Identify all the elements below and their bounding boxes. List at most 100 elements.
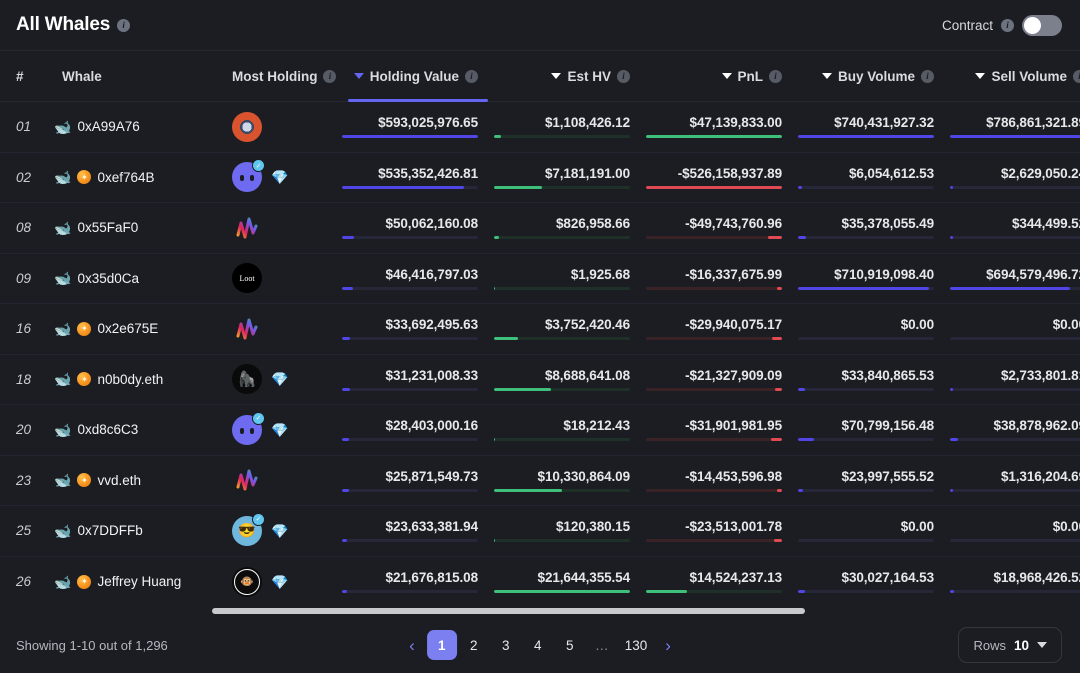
cell-sell-volume: $694,579,496.72	[950, 253, 1080, 304]
whale-identity[interactable]: 🐋 0xd8c6C3	[52, 422, 222, 437]
column-header-pnl[interactable]: PnL i	[646, 51, 798, 102]
cell-most-holding[interactable]	[222, 455, 342, 506]
whale-identity[interactable]: 🐋 ✦ Jeffrey Huang	[52, 574, 222, 589]
table-scroll-area[interactable]: # Whale Most Holding i Holding Value i Est HV i…	[0, 51, 1080, 617]
sort-caret-icon[interactable]	[721, 73, 732, 79]
info-icon[interactable]: i	[921, 69, 934, 83]
whale-identity[interactable]: 🐋 0xA99A76	[52, 119, 222, 134]
table-row[interactable]: 09 🐋 0x35d0Ca Loot $46,416,797.03 $1,925.68 -$…	[0, 253, 1080, 304]
contract-toggle-group[interactable]: Contract i	[942, 14, 1062, 36]
whale-identity[interactable]: 🐋 ✦ 0xef764B	[52, 170, 222, 185]
cell-most-holding[interactable]	[222, 101, 342, 153]
cell-most-holding[interactable]: ✓ 💎	[222, 404, 342, 456]
chevron-right-icon[interactable]: ›	[655, 637, 681, 654]
avatar[interactable]: ✓	[232, 159, 265, 193]
info-icon[interactable]: i	[1001, 18, 1014, 32]
column-header-whale[interactable]: Whale	[52, 51, 222, 102]
whale-identity[interactable]: 🐋 0x35d0Ca	[52, 271, 222, 286]
pagination-page-5[interactable]: 5	[555, 630, 585, 660]
table-row[interactable]: 01 🐋 0xA99A76 $593,025,976.65 $1,108,426.12 $…	[0, 101, 1080, 153]
cell-most-holding[interactable]: 🦍 💎	[222, 354, 342, 405]
table-row[interactable]: 25 🐋 0x7DDFFb 😎 ✓ 💎 $23,633,381.94 $120,380.15 -…	[0, 505, 1080, 557]
cell-whale[interactable]: 🐋 0x7DDFFb	[52, 505, 222, 557]
avatar[interactable]: ✓	[232, 411, 265, 445]
cell-holding-value: $28,403,000.16	[342, 404, 494, 456]
bar-fill	[798, 286, 929, 290]
est-hv-bar	[494, 590, 630, 593]
info-icon[interactable]: i	[117, 18, 131, 32]
table-row[interactable]: 16 🐋 ✦ 0x2e675E $33,692,495.63 $3,752,420.46 -…	[0, 303, 1080, 355]
column-header-rank[interactable]: #	[0, 51, 52, 102]
cell-whale[interactable]: 🐋 0x55FaF0	[52, 202, 222, 254]
whale-name: 0x55FaF0	[77, 220, 139, 236]
bar-fill	[342, 539, 348, 543]
pagination-page-2[interactable]: 2	[459, 630, 489, 660]
cell-whale[interactable]: 🐋 ✦ Jeffrey Huang	[52, 556, 222, 607]
cell-most-holding[interactable]	[222, 303, 342, 355]
gem-icon: 💎	[271, 169, 289, 186]
cell-most-holding[interactable]: Loot	[222, 253, 342, 304]
bar-fill	[342, 387, 351, 391]
whale-identity[interactable]: 🐋 ✦ vvd.eth	[52, 473, 222, 488]
table-row[interactable]: 26 🐋 ✦ Jeffrey Huang 🐵 💎 $21,676,815.08 $21,644…	[0, 556, 1080, 607]
column-header-label: Whale	[62, 68, 102, 84]
page-title: All Whales	[16, 14, 111, 35]
cell-holding-value: $31,231,008.33	[342, 354, 494, 405]
table-row[interactable]: 18 🐋 ✦ n0b0dy.eth 🦍 💎 $31,231,008.33 $8,688,641…	[0, 354, 1080, 405]
avatar[interactable]: 😎 ✓	[232, 512, 265, 546]
avatar[interactable]: 🐵	[232, 566, 262, 597]
gem-icon: 💎	[271, 522, 289, 539]
whale-identity[interactable]: 🐋 0x7DDFFb	[52, 523, 222, 538]
pagination-page-3[interactable]: 3	[491, 630, 521, 660]
table-row[interactable]: 02 🐋 ✦ 0xef764B ✓ 💎 $535,352,426.81 $7,181,191.…	[0, 152, 1080, 203]
avatar[interactable]	[232, 314, 262, 344]
cell-whale[interactable]: 🐋 0xd8c6C3	[52, 404, 222, 456]
avatar[interactable]: 🦍	[232, 364, 262, 395]
cell-whale[interactable]: 🐋 ✦ 0xef764B	[52, 152, 222, 203]
info-icon[interactable]: i	[323, 69, 337, 83]
horizontal-scrollbar[interactable]	[0, 607, 1080, 615]
cell-holding-value: $593,025,976.65	[342, 101, 494, 153]
contract-toggle[interactable]	[1022, 14, 1062, 36]
cell-most-holding[interactable]: 🐵 💎	[222, 556, 342, 607]
info-icon[interactable]: i	[769, 69, 782, 83]
column-header-est_hv[interactable]: Est HV i	[494, 51, 646, 102]
avatar[interactable]	[232, 111, 262, 142]
cell-est-hv: $826,958.66	[494, 202, 646, 254]
pagination-page-4[interactable]: 4	[523, 630, 553, 660]
info-icon[interactable]: i	[465, 69, 478, 83]
column-header-most_holding[interactable]: Most Holding i	[222, 51, 342, 102]
pagination-page-130[interactable]: 130	[619, 630, 654, 660]
cell-whale[interactable]: 🐋 0xA99A76	[52, 101, 222, 153]
sort-caret-icon[interactable]	[353, 73, 364, 79]
chevron-down-icon[interactable]	[1037, 642, 1047, 648]
pagination-page-1[interactable]: 1	[426, 630, 457, 660]
whale-identity[interactable]: 🐋 0x55FaF0	[52, 220, 222, 235]
info-icon[interactable]: i	[1073, 69, 1080, 83]
sort-caret-icon[interactable]	[975, 73, 986, 79]
cell-whale[interactable]: 🐋 ✦ 0x2e675E	[52, 303, 222, 355]
cell-whale[interactable]: 🐋 ✦ n0b0dy.eth	[52, 354, 222, 405]
column-header-sell_volume[interactable]: Sell Volume i	[950, 51, 1080, 102]
avatar[interactable]	[232, 465, 262, 495]
cell-most-holding[interactable]	[222, 202, 342, 254]
sort-caret-icon[interactable]	[551, 73, 562, 79]
info-icon[interactable]: i	[617, 69, 630, 83]
scrollbar-thumb[interactable]	[212, 608, 805, 614]
cell-whale[interactable]: 🐋 0x35d0Ca	[52, 253, 222, 304]
cell-most-holding[interactable]: ✓ 💎	[222, 152, 342, 203]
column-header-holding_value[interactable]: Holding Value i	[342, 51, 494, 102]
whale-identity[interactable]: 🐋 ✦ 0x2e675E	[52, 321, 222, 336]
avatar[interactable]: Loot	[232, 263, 262, 294]
table-row[interactable]: 23 🐋 ✦ vvd.eth $25,871,549.73 $10,330,864.09 -…	[0, 455, 1080, 506]
sort-caret-icon[interactable]	[821, 73, 832, 79]
cell-whale[interactable]: 🐋 ✦ vvd.eth	[52, 455, 222, 506]
whale-identity[interactable]: 🐋 ✦ n0b0dy.eth	[52, 372, 222, 387]
table-row[interactable]: 08 🐋 0x55FaF0 $50,062,160.08 $826,958.66 -$49…	[0, 202, 1080, 254]
table-row[interactable]: 20 🐋 0xd8c6C3 ✓ 💎 $28,403,000.16 $18,212.43 -$3…	[0, 404, 1080, 456]
cell-most-holding[interactable]: 😎 ✓ 💎	[222, 505, 342, 557]
avatar[interactable]	[232, 213, 262, 243]
rows-per-page-select[interactable]: Rows 10	[958, 627, 1062, 663]
chevron-left-icon[interactable]: ‹	[399, 637, 425, 654]
column-header-buy_volume[interactable]: Buy Volume i	[798, 51, 950, 102]
